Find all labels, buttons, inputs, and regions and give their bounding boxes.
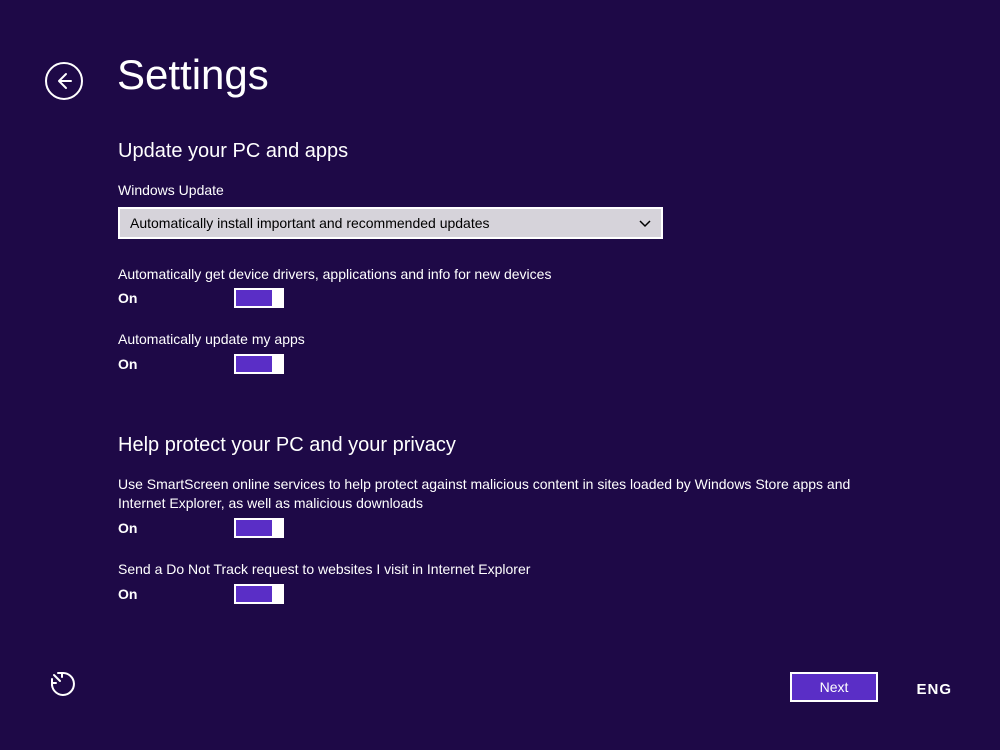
- ease-of-access-button[interactable]: [48, 669, 78, 704]
- toggle-state-drivers: On: [118, 290, 234, 306]
- select-value: Automatically install important and reco…: [130, 215, 651, 231]
- toggle-apps[interactable]: [234, 354, 284, 374]
- toggle-label-dnt: Send a Do Not Track request to websites …: [118, 560, 898, 580]
- toggle-drivers[interactable]: [234, 288, 284, 308]
- page-title: Settings: [117, 54, 269, 96]
- header: Settings: [45, 54, 269, 96]
- toggle-smartscreen[interactable]: [234, 518, 284, 538]
- next-button[interactable]: Next: [790, 672, 878, 702]
- section-heading-protect: Help protect your PC and your privacy: [118, 434, 940, 457]
- toggle-knob: [272, 584, 284, 604]
- toggle-label-smartscreen: Use SmartScreen online services to help …: [118, 475, 898, 514]
- toggle-dnt[interactable]: [234, 584, 284, 604]
- toggle-state-apps: On: [118, 356, 234, 372]
- section-heading-update: Update your PC and apps: [118, 140, 940, 163]
- toggle-label-drivers: Automatically get device drivers, applic…: [118, 265, 898, 285]
- toggle-state-dnt: On: [118, 586, 234, 602]
- dropdown-label: Windows Update: [118, 181, 940, 201]
- toggle-state-smartscreen: On: [118, 520, 234, 536]
- content: Update your PC and apps Windows Update A…: [118, 140, 940, 626]
- language-indicator[interactable]: ENG: [916, 681, 952, 698]
- chevron-down-icon: [639, 215, 651, 231]
- toggle-knob: [272, 354, 284, 374]
- footer: Next ENG: [0, 662, 1000, 702]
- back-arrow-icon: [54, 71, 74, 91]
- next-button-label: Next: [820, 679, 849, 695]
- toggle-label-apps: Automatically update my apps: [118, 330, 898, 350]
- back-button[interactable]: [45, 62, 83, 100]
- windows-update-select[interactable]: Automatically install important and reco…: [118, 207, 663, 239]
- toggle-knob: [272, 288, 284, 308]
- ease-of-access-icon: [48, 669, 78, 699]
- toggle-knob: [272, 518, 284, 538]
